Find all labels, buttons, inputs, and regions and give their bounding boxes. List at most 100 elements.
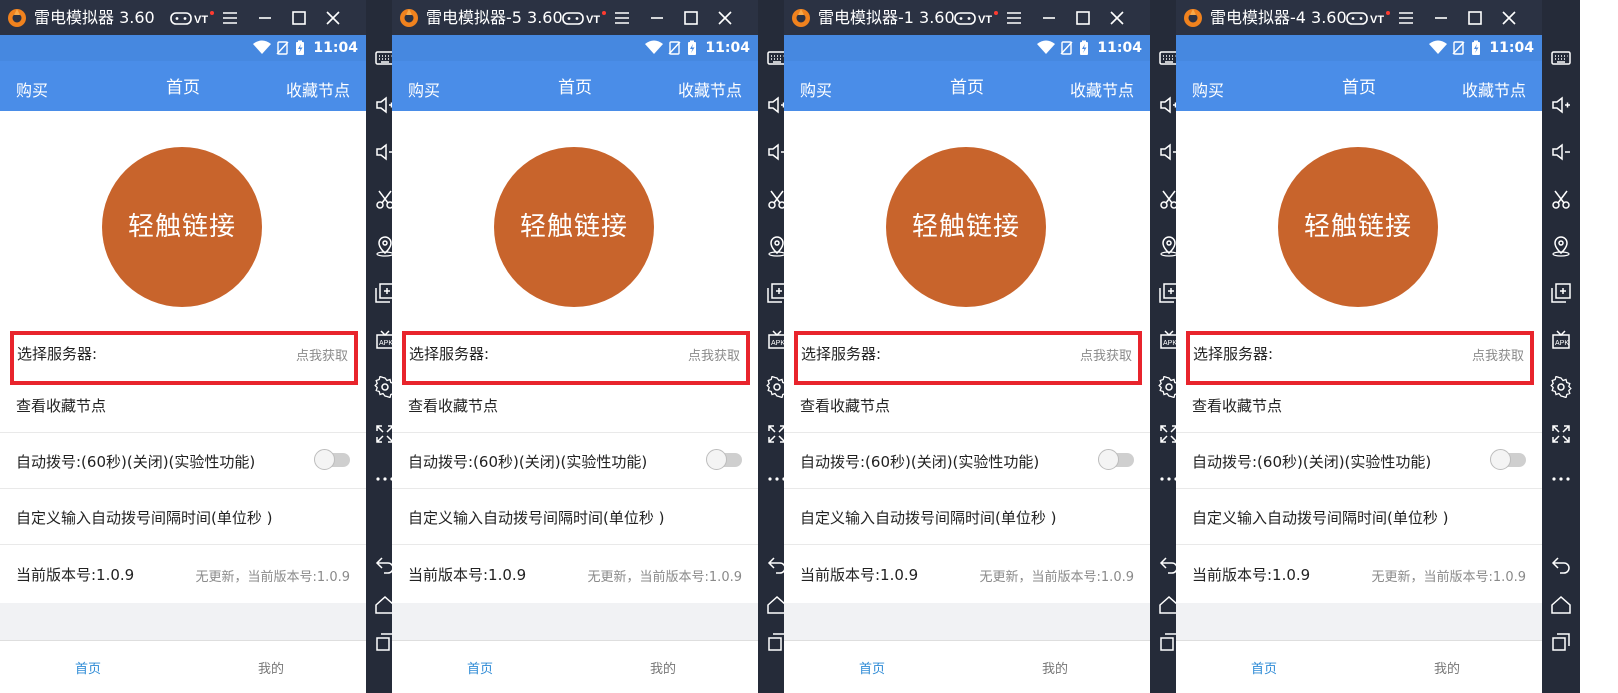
connect-button[interactable]: 轻触链接: [1278, 147, 1438, 307]
no-sim-icon: [668, 41, 681, 55]
custom-interval-row[interactable]: 自定义输入自动拨号间隔时间(单位秒 ): [392, 489, 758, 545]
toggle-knob: [1098, 449, 1119, 470]
version-row[interactable]: 当前版本号:1.0.9 无更新，当前版本号:1.0.9: [1176, 545, 1542, 603]
nav-mine-tab[interactable]: 我的: [258, 658, 284, 677]
title-bar[interactable]: 雷电模拟器 3.60 VT: [0, 0, 404, 35]
wifi-icon: [253, 40, 271, 54]
gamepad-vt-icon[interactable]: VT: [170, 10, 218, 26]
close-icon[interactable]: [1498, 7, 1520, 29]
nav-home-tab[interactable]: 首页: [1251, 658, 1277, 677]
toggle-knob: [314, 449, 335, 470]
location-icon[interactable]: [1550, 235, 1572, 257]
auto-dial-row: 自动拨号:(60秒)(关闭)(实验性功能): [784, 433, 1150, 489]
leidian-logo-icon: [7, 8, 27, 28]
keyboard-icon[interactable]: [1550, 47, 1572, 69]
auto-dial-row: 自动拨号:(60秒)(关闭)(实验性功能): [392, 433, 758, 489]
auto-dial-row: 自动拨号:(60秒)(关闭)(实验性功能): [0, 433, 366, 489]
empty-area: [1176, 603, 1542, 640]
auto-dial-toggle[interactable]: [706, 449, 742, 470]
version-row[interactable]: 当前版本号:1.0.9 无更新，当前版本号:1.0.9: [784, 545, 1150, 603]
maximize-icon[interactable]: [1464, 7, 1486, 29]
volume-up-icon[interactable]: [1550, 94, 1572, 116]
custom-interval-row[interactable]: 自定义输入自动拨号间隔时间(单位秒 ): [0, 489, 366, 545]
favorite-nodes-button[interactable]: 收藏节点: [678, 77, 742, 101]
nav-home-tab[interactable]: 首页: [467, 658, 493, 677]
view-favorites-row[interactable]: 查看收藏节点: [0, 378, 366, 433]
recent-apps-icon[interactable]: [1550, 631, 1572, 653]
select-server-row[interactable]: 选择服务器: 点我获取: [392, 328, 758, 385]
nav-home-tab[interactable]: 首页: [75, 658, 101, 677]
status-icons: [644, 40, 702, 56]
auto-dial-toggle[interactable]: [314, 449, 350, 470]
version-status: 无更新，当前版本号:1.0.9: [587, 570, 742, 585]
gamepad-vt-icon[interactable]: VT: [1346, 10, 1394, 26]
svg-text:APK: APK: [1555, 340, 1569, 347]
custom-interval-row[interactable]: 自定义输入自动拨号间隔时间(单位秒 ): [1176, 489, 1542, 545]
more-icon[interactable]: [1550, 468, 1572, 490]
auto-dial-toggle[interactable]: [1098, 449, 1134, 470]
view-favorites-row[interactable]: 查看收藏节点: [392, 378, 758, 433]
custom-interval-row[interactable]: 自定义输入自动拨号间隔时间(单位秒 ): [784, 489, 1150, 545]
menu-icon[interactable]: [1395, 7, 1417, 29]
nav-home-tab[interactable]: 首页: [859, 658, 885, 677]
view-favorites-row[interactable]: 查看收藏节点: [1176, 378, 1542, 433]
view-favorites-label: 查看收藏节点: [800, 397, 891, 415]
auto-dial-toggle[interactable]: [1490, 449, 1526, 470]
custom-interval-label: 自定义输入自动拨号间隔时间(单位秒 ): [800, 509, 1057, 527]
version-label: 当前版本号:1.0.9: [408, 566, 527, 584]
connect-button[interactable]: 轻触链接: [102, 147, 262, 307]
select-server-row[interactable]: 选择服务器: 点我获取: [1176, 328, 1542, 385]
custom-interval-label: 自定义输入自动拨号间隔时间(单位秒 ): [408, 509, 665, 527]
select-server-row[interactable]: 选择服务器: 点我获取: [784, 328, 1150, 385]
highlight-box: [794, 331, 1142, 385]
minimize-icon[interactable]: [646, 7, 668, 29]
nav-mine-tab[interactable]: 我的: [1042, 658, 1068, 677]
android-status-bar: 11:04: [784, 35, 1150, 61]
favorite-nodes-button[interactable]: 收藏节点: [1070, 77, 1134, 101]
multi-instance-icon[interactable]: [1550, 282, 1572, 304]
minimize-icon[interactable]: [254, 7, 276, 29]
nav-mine-tab[interactable]: 我的: [650, 658, 676, 677]
view-favorites-label: 查看收藏节点: [16, 397, 107, 415]
title-bar[interactable]: 雷电模拟器-4 3.60 VT: [1176, 0, 1580, 35]
favorite-nodes-button[interactable]: 收藏节点: [286, 77, 350, 101]
favorite-nodes-button[interactable]: 收藏节点: [1462, 77, 1526, 101]
connect-button[interactable]: 轻触链接: [494, 147, 654, 307]
maximize-icon[interactable]: [680, 7, 702, 29]
gamepad-vt-icon[interactable]: VT: [954, 10, 1002, 26]
close-icon[interactable]: [714, 7, 736, 29]
screenshot-scissors-icon[interactable]: [1550, 188, 1572, 210]
fullscreen-icon[interactable]: [1550, 423, 1572, 445]
maximize-icon[interactable]: [288, 7, 310, 29]
close-icon[interactable]: [1106, 7, 1128, 29]
home-icon[interactable]: [1550, 594, 1572, 616]
connect-button[interactable]: 轻触链接: [886, 147, 1046, 307]
minimize-icon[interactable]: [1430, 7, 1452, 29]
status-icons: [252, 40, 310, 56]
menu-icon[interactable]: [611, 7, 633, 29]
version-row[interactable]: 当前版本号:1.0.9 无更新，当前版本号:1.0.9: [0, 545, 366, 603]
emulator-window-4: 雷电模拟器-4 3.60 VT 11:04 购买 首页 收藏节点 轻触链接 选择…: [1176, 0, 1580, 693]
title-bar[interactable]: 雷电模拟器-5 3.60 VT: [392, 0, 796, 35]
nav-mine-tab[interactable]: 我的: [1434, 658, 1460, 677]
main-content: 轻触链接 选择服务器: 点我获取 查看收藏节点 自动拨号:(60秒)(关闭)(实…: [1176, 111, 1542, 640]
back-icon[interactable]: [1550, 553, 1572, 575]
android-status-bar: 11:04: [392, 35, 758, 61]
minimize-icon[interactable]: [1038, 7, 1060, 29]
settings-icon[interactable]: [1550, 376, 1572, 398]
title-bar[interactable]: 雷电模拟器-1 3.60 VT: [784, 0, 1188, 35]
menu-icon[interactable]: [1003, 7, 1025, 29]
battery-charging-icon: [1080, 40, 1088, 55]
install-apk-icon[interactable]: APK: [1550, 329, 1572, 351]
maximize-icon[interactable]: [1072, 7, 1094, 29]
select-server-row[interactable]: 选择服务器: 点我获取: [0, 328, 366, 385]
no-sim-icon: [276, 41, 289, 55]
volume-down-icon[interactable]: [1550, 141, 1572, 163]
gamepad-vt-icon[interactable]: VT: [562, 10, 610, 26]
status-icons: [1036, 40, 1094, 56]
view-favorites-row[interactable]: 查看收藏节点: [784, 378, 1150, 433]
close-icon[interactable]: [322, 7, 344, 29]
menu-icon[interactable]: [219, 7, 241, 29]
battery-charging-icon: [296, 40, 304, 55]
version-row[interactable]: 当前版本号:1.0.9 无更新，当前版本号:1.0.9: [392, 545, 758, 603]
